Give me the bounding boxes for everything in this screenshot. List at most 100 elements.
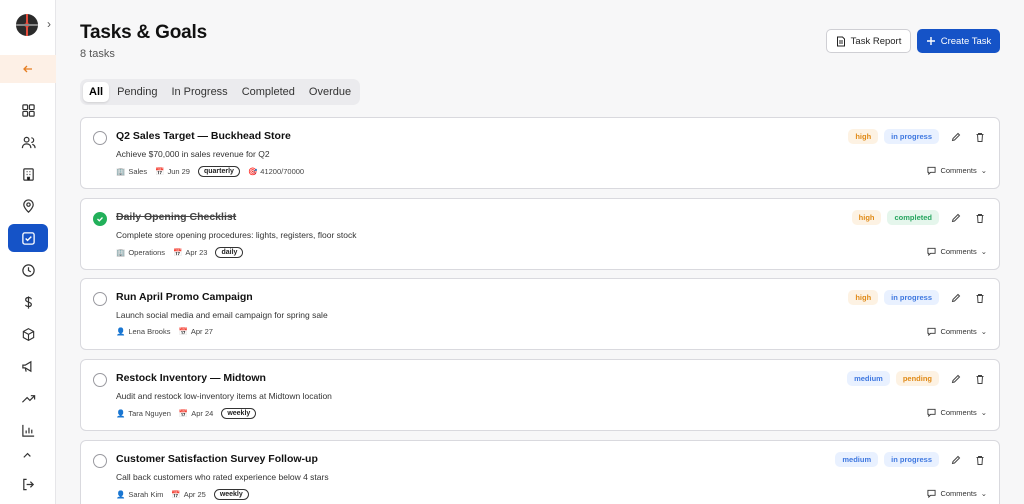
task-title: Q2 Sales Target — Buckhead Store: [116, 130, 291, 142]
chevron-down-icon: ⌄: [980, 489, 987, 498]
sidebar-item-logout[interactable]: [8, 470, 48, 498]
delete-icon[interactable]: [973, 453, 987, 467]
task-meta: 👤 Sarah Kim 📅 Apr 25 weekly: [116, 489, 249, 500]
comments-toggle[interactable]: Comments ⌄: [927, 166, 987, 175]
department: 🏢 Sales: [116, 167, 148, 176]
due-date: 📅 Apr 25: [171, 490, 206, 499]
task-checkbox[interactable]: [93, 131, 107, 145]
due-date: 📅 Apr 23: [173, 248, 208, 257]
comments-toggle[interactable]: Comments ⌄: [927, 489, 987, 498]
tab-in-progress[interactable]: In Progress: [165, 82, 233, 102]
sidebar-item-partial[interactable]: [8, 448, 48, 462]
comments-toggle[interactable]: Comments ⌄: [927, 408, 987, 417]
due-date: 📅 Apr 27: [178, 327, 213, 336]
task-checkbox-checked[interactable]: [93, 212, 107, 226]
edit-icon[interactable]: [949, 453, 963, 467]
sidebar-item-dashboard[interactable]: [8, 96, 48, 124]
comment-icon: [927, 247, 936, 256]
sidebar-item-growth[interactable]: [8, 384, 48, 412]
delete-icon[interactable]: [973, 130, 987, 144]
recurrence-pill: quarterly: [197, 166, 240, 177]
chevron-down-icon: ⌄: [980, 166, 987, 175]
sidebar-item-inventory[interactable]: [8, 320, 48, 348]
user-icon: 👤: [116, 490, 126, 499]
sidebar-item-reports[interactable]: [8, 416, 48, 444]
recurrence-pill: weekly: [221, 408, 257, 419]
expand-chevron-icon[interactable]: ›: [47, 17, 51, 31]
users-icon: [21, 136, 36, 148]
sidebar-item-tasks[interactable]: [8, 224, 48, 252]
sidebar-item-users[interactable]: [8, 128, 48, 156]
comments-toggle[interactable]: Comments ⌄: [927, 247, 987, 256]
due-date: 📅 Apr 24: [178, 409, 214, 418]
task-description: Achieve $70,000 in sales revenue for Q2: [116, 149, 270, 159]
chevron-down-icon: ⌄: [980, 327, 987, 336]
due-date: 📅 Jun 29: [155, 167, 190, 176]
department: 🏢 Operations: [116, 248, 166, 257]
task-checkbox[interactable]: [93, 292, 107, 306]
edit-icon[interactable]: [949, 130, 963, 144]
building-icon: 🏢: [116, 248, 126, 257]
task-checkbox[interactable]: [93, 373, 107, 387]
delete-icon[interactable]: [973, 211, 987, 225]
task-report-button[interactable]: Task Report: [826, 29, 911, 53]
tab-pending[interactable]: Pending: [111, 82, 163, 102]
status-badge: completed: [887, 210, 939, 225]
tab-all[interactable]: All: [83, 82, 110, 102]
sidebar-item-schedule[interactable]: [8, 256, 48, 284]
edit-icon[interactable]: [949, 291, 963, 305]
task-badges: high in progress: [848, 129, 987, 144]
edit-icon[interactable]: [949, 372, 963, 386]
task-checkbox[interactable]: [93, 454, 107, 468]
tasks-icon: [21, 231, 35, 245]
sidebar-item-finance[interactable]: [8, 288, 48, 316]
task-card[interactable]: Run April Promo Campaign Launch social m…: [80, 278, 1000, 350]
chevron-down-icon: ⌄: [980, 408, 987, 417]
user-icon: 👤: [116, 409, 126, 418]
task-report-label: Task Report: [850, 35, 902, 47]
tab-completed[interactable]: Completed: [236, 82, 301, 102]
task-badges: medium pending: [847, 371, 987, 386]
task-card[interactable]: Q2 Sales Target — Buckhead Store Achieve…: [80, 117, 1000, 189]
partial-icon: [22, 452, 31, 458]
sidebar-item-stores[interactable]: [8, 160, 48, 188]
package-icon: [22, 327, 34, 341]
assignee: 👤 Sarah Kim: [116, 490, 164, 499]
delete-icon[interactable]: [973, 291, 987, 305]
sidebar-item-marketing[interactable]: [8, 352, 48, 380]
priority-badge: high: [851, 210, 882, 225]
assignee: 👤 Tara Nguyen: [116, 409, 171, 418]
edit-icon[interactable]: [949, 211, 963, 225]
sidebar-item-locations[interactable]: [8, 192, 48, 220]
priority-badge: high: [848, 129, 879, 144]
assignee: 👤 Lena Brooks: [116, 327, 171, 336]
task-badges: medium in progress: [835, 452, 987, 467]
calendar-icon: 📅: [178, 409, 189, 418]
task-badges: high in progress: [848, 290, 987, 305]
tab-overdue[interactable]: Overdue: [303, 82, 357, 102]
task-title: Customer Satisfaction Survey Follow-up: [116, 453, 318, 465]
document-icon: [836, 36, 845, 46]
task-card[interactable]: Customer Satisfaction Survey Follow-up C…: [80, 440, 1000, 504]
priority-badge: medium: [847, 371, 890, 386]
location-icon: [22, 198, 34, 213]
create-task-label: Create Task: [940, 35, 992, 47]
task-card[interactable]: Daily Opening Checklist Complete store o…: [80, 198, 1000, 270]
comments-toggle[interactable]: Comments ⌄: [927, 327, 987, 336]
task-description: Launch social media and email campaign f…: [116, 310, 328, 320]
priority-badge: medium: [835, 452, 879, 467]
task-card[interactable]: Restock Inventory — Midtown Audit and re…: [80, 359, 1000, 431]
recurrence-pill: daily: [215, 247, 244, 258]
task-description: Call back customers who rated experience…: [116, 472, 329, 482]
logo[interactable]: [16, 14, 38, 36]
megaphone-icon: [21, 360, 31, 372]
create-task-button[interactable]: Create Task: [917, 29, 1000, 53]
chevron-down-icon: ⌄: [980, 247, 987, 256]
task-title: Restock Inventory — Midtown: [116, 372, 266, 384]
dashboard-icon: [21, 103, 35, 117]
delete-icon[interactable]: [973, 372, 987, 386]
priority-badge: high: [848, 290, 879, 305]
task-meta: 🏢 Operations 📅 Apr 23 daily: [116, 247, 244, 258]
back-arrow-icon[interactable]: [0, 55, 56, 83]
dollar-icon: [24, 295, 32, 309]
